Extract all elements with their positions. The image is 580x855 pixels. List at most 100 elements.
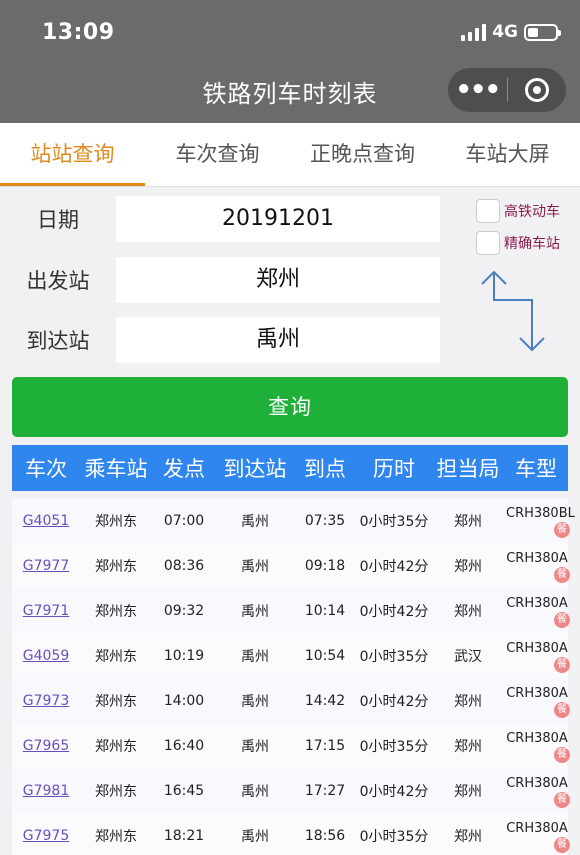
- duration: 0小时42分: [359, 603, 429, 620]
- column-header: 乘车站: [84, 457, 148, 481]
- car-type: CRH380A: [506, 821, 568, 836]
- table-row[interactable]: G4059 郑州东 10:19 禹州 10:54 0小时35分 武汉 CRH380A 餐: [12, 633, 570, 678]
- to-row: 到达站 禹州: [0, 317, 445, 363]
- swap-stations-icon[interactable]: [474, 270, 554, 354]
- duration: 0小时35分: [359, 828, 429, 845]
- arrive-time: 09:18: [304, 557, 346, 574]
- duration: 0小时42分: [359, 693, 429, 710]
- more-icon[interactable]: •••: [448, 68, 507, 112]
- table-row[interactable]: G7981 郑州东 16:45 禹州 17:27 0小时42分 郑州 CRH380A 餐: [12, 768, 570, 813]
- duration: 0小时35分: [359, 738, 429, 755]
- board-station: 郑州东: [95, 738, 137, 755]
- car-type: CRH380A: [506, 641, 568, 656]
- arrive-station: 禹州: [241, 738, 269, 755]
- target-icon: [524, 78, 549, 102]
- tab-1[interactable]: 车次查询: [145, 123, 290, 186]
- train-number-link[interactable]: G4059: [12, 648, 80, 664]
- car-type-cell: CRH380A 餐: [504, 543, 570, 588]
- column-header: 到达站: [223, 457, 287, 481]
- column-header: 发点: [163, 457, 205, 481]
- car-type-cell: CRH380A 餐: [504, 768, 570, 813]
- train-number-link[interactable]: G7973: [12, 693, 80, 709]
- train-number-link[interactable]: G4051: [12, 513, 80, 529]
- date-input[interactable]: 20191201: [116, 196, 440, 242]
- arrive-station: 禹州: [241, 603, 269, 620]
- column-header: 历时: [373, 457, 415, 481]
- arrive-station: 禹州: [241, 783, 269, 800]
- column-header: 车型: [515, 457, 557, 481]
- highspeed-label: 高铁动车: [504, 204, 560, 220]
- table-header: 车次 乘车站 发点 到达站 到点 历时 担当局 车型: [12, 445, 568, 491]
- checkbox-box[interactable]: [476, 199, 500, 223]
- table-row[interactable]: G7965 郑州东 16:40 禹州 17:15 0小时35分 郑州 CRH380A 餐: [12, 723, 570, 768]
- car-type-cell: CRH380A 餐: [504, 588, 570, 633]
- tab-2[interactable]: 正晚点查询: [290, 123, 435, 186]
- from-label: 出发站: [26, 269, 90, 293]
- exact-station-checkbox[interactable]: 精确车站: [476, 228, 560, 258]
- duration: 0小时42分: [359, 558, 429, 575]
- timetable: G4051 郑州东 07:00 禹州 07:35 0小时35分 郑州 CRH380BL 餐 G79…: [12, 498, 575, 855]
- car-type: CRH380A: [506, 731, 568, 746]
- arrive-station: 禹州: [241, 513, 269, 530]
- tab-0[interactable]: 站站查询: [0, 123, 145, 186]
- meal-badge: 餐: [554, 702, 570, 718]
- train-number-link[interactable]: G7975: [12, 828, 80, 844]
- arrive-station: 禹州: [241, 558, 269, 575]
- tab-3[interactable]: 车站大屏: [435, 123, 580, 186]
- depart-time: 08:36: [163, 557, 205, 574]
- table-row[interactable]: G7971 郑州东 09:32 禹州 10:14 0小时42分 郑州 CRH380A 餐: [12, 588, 570, 633]
- car-type: CRH380A: [506, 596, 568, 611]
- from-station-input[interactable]: 郑州: [116, 257, 440, 303]
- board-station: 郑州东: [95, 693, 137, 710]
- duration: 0小时42分: [359, 783, 429, 800]
- board-station: 郑州东: [95, 783, 137, 800]
- bureau: 郑州: [454, 513, 482, 530]
- bureau: 郑州: [454, 693, 482, 710]
- query-button[interactable]: 查询: [12, 377, 568, 437]
- train-number-link[interactable]: G7965: [12, 738, 80, 754]
- table-row[interactable]: G7977 郑州东 08:36 禹州 09:18 0小时42分 郑州 CRH380A 餐: [12, 543, 570, 588]
- mini-program-capsule: •••: [448, 68, 566, 112]
- table-row[interactable]: G7973 郑州东 14:00 禹州 14:42 0小时42分 郑州 CRH380A 餐: [12, 678, 570, 723]
- car-type-cell: CRH380BL 餐: [504, 498, 575, 543]
- battery-icon: [524, 23, 561, 41]
- train-number-link[interactable]: G7981: [12, 783, 80, 799]
- bureau: 郑州: [454, 783, 482, 800]
- meal-badge: 餐: [554, 747, 570, 763]
- duration: 0小时35分: [359, 648, 429, 665]
- checkbox-box[interactable]: [476, 231, 500, 255]
- bureau: 郑州: [454, 828, 482, 845]
- arrive-time: 17:27: [304, 782, 346, 799]
- train-number-link[interactable]: G7971: [12, 603, 80, 619]
- train-number-link[interactable]: G7977: [12, 558, 80, 574]
- date-label: 日期: [37, 208, 79, 232]
- car-type: CRH380A: [506, 776, 568, 791]
- car-type-cell: CRH380A 餐: [504, 723, 570, 768]
- column-header: 担当局: [436, 457, 500, 481]
- arrive-time: 10:54: [304, 647, 346, 664]
- to-station-input[interactable]: 禹州: [116, 317, 440, 363]
- board-station: 郑州东: [95, 513, 137, 530]
- meal-badge: 餐: [554, 567, 570, 583]
- arrive-time: 17:15: [304, 737, 346, 754]
- meal-badge: 餐: [554, 792, 570, 808]
- arrive-time: 07:35: [304, 512, 346, 529]
- depart-time: 16:45: [163, 782, 205, 799]
- depart-time: 07:00: [163, 512, 205, 529]
- car-type: CRH380BL: [506, 506, 575, 521]
- highspeed-checkbox[interactable]: 高铁动车: [476, 196, 560, 226]
- close-button[interactable]: [508, 78, 567, 102]
- table-row[interactable]: G7975 郑州东 18:21 禹州 18:56 0小时35分 郑州 CRH380A 餐: [12, 813, 570, 855]
- depart-time: 09:32: [163, 602, 205, 619]
- from-row: 出发站 郑州: [0, 257, 445, 303]
- board-station: 郑州东: [95, 603, 137, 620]
- bureau: 郑州: [454, 738, 482, 755]
- options: 高铁动车 精确车站: [476, 196, 560, 260]
- signal-icon: [461, 23, 487, 41]
- title-bar: 13:09 4G 铁路列车时刻表 •••: [0, 0, 580, 123]
- board-station: 郑州东: [95, 828, 137, 845]
- meal-badge: 餐: [554, 522, 570, 538]
- depart-time: 18:21: [163, 827, 205, 844]
- table-row[interactable]: G4051 郑州东 07:00 禹州 07:35 0小时35分 郑州 CRH380BL 餐: [12, 498, 575, 543]
- date-row: 日期 20191201: [0, 196, 445, 242]
